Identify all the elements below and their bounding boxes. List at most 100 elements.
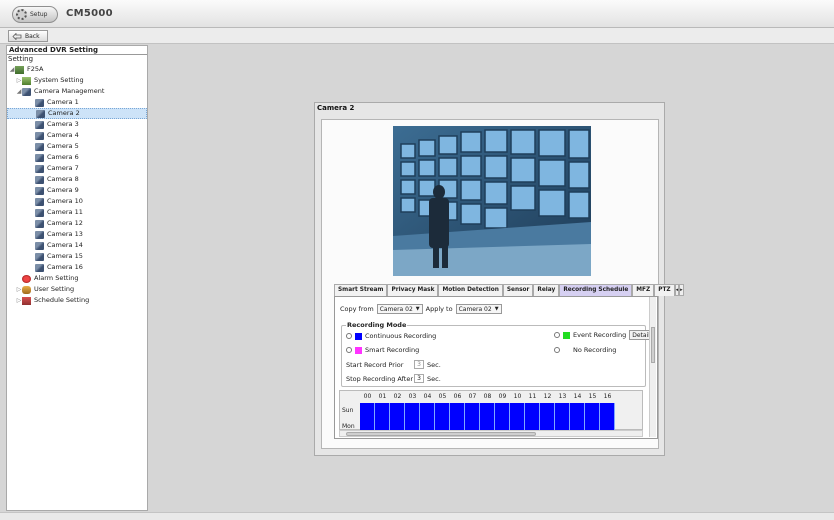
tree-item-camera[interactable]: Camera 2: [7, 108, 147, 119]
tree-item-camera[interactable]: Camera 7: [7, 163, 147, 174]
event-color-swatch: [563, 331, 570, 339]
tree-item-schedule-setting[interactable]: ▷ Schedule Setting: [7, 295, 147, 306]
schedule-cell[interactable]: [540, 403, 555, 419]
tree-item-camera[interactable]: Camera 12: [7, 218, 147, 229]
camera-icon: [35, 175, 44, 184]
tab-scroll-right-icon[interactable]: ▸: [679, 284, 684, 296]
tree-label: Camera 9: [47, 186, 79, 194]
tree-item-user-setting[interactable]: ▷ User Setting: [7, 284, 147, 295]
copy-from-select[interactable]: Camera 02 ▼: [376, 304, 423, 314]
tab-ptz[interactable]: PTZ: [654, 284, 675, 296]
tree-item-camera[interactable]: Camera 13: [7, 229, 147, 240]
schedule-cell[interactable]: [435, 403, 450, 419]
schedule-cell[interactable]: [555, 403, 570, 419]
status-bar: [0, 512, 834, 520]
tree-root-label: Setting: [8, 55, 34, 63]
camera-settings-panel: Camera 2 Smart Stream Privacy Mask Motio…: [314, 102, 684, 456]
tab-mfz[interactable]: MFZ: [632, 284, 655, 296]
schedule-cell[interactable]: [450, 403, 465, 419]
schedule-cell[interactable]: [480, 403, 495, 419]
tree-item-camera[interactable]: Camera 16: [7, 262, 147, 273]
tree-label: Camera 10: [47, 197, 83, 205]
vertical-scrollbar[interactable]: [649, 297, 656, 437]
tree-item-system-setting[interactable]: ▷ System Setting: [7, 75, 147, 86]
schedule-cell[interactable]: [360, 403, 375, 419]
tab-smart-stream[interactable]: Smart Stream: [334, 284, 388, 296]
event-option[interactable]: Event Recording Detail: [554, 330, 653, 340]
schedule-cell[interactable]: [585, 403, 600, 419]
tree-item-camera[interactable]: Camera 10: [7, 196, 147, 207]
back-arrow-icon: [12, 32, 22, 40]
stop-after-input[interactable]: 3: [414, 374, 424, 383]
tab-relay[interactable]: Relay: [533, 284, 560, 296]
schedule-cell[interactable]: [405, 403, 420, 419]
no-recording-label: No Recording: [573, 346, 617, 354]
tree-item-camera[interactable]: Camera 8: [7, 174, 147, 185]
user-icon: [22, 285, 31, 294]
tree-label: Camera 11: [47, 208, 83, 216]
schedule-cell[interactable]: [420, 403, 435, 419]
hour-label: 15: [588, 393, 597, 400]
camera-icon: [35, 120, 44, 129]
continuous-option[interactable]: Continuous Recording: [346, 332, 436, 340]
horizontal-scroll-thumb[interactable]: [346, 432, 536, 436]
schedule-row: [360, 403, 648, 419]
horizontal-scrollbar[interactable]: [339, 430, 643, 437]
setup-button[interactable]: Setup: [12, 6, 58, 23]
schedule-cell[interactable]: [600, 403, 615, 419]
tree-item-alarm-setting[interactable]: Alarm Setting: [7, 273, 147, 284]
tab-sensor[interactable]: Sensor: [502, 284, 534, 296]
hour-header: 00 01 02 03 04 05 06 07 08 09 10 11 12 13 14 15 16: [340, 391, 644, 401]
event-radio[interactable]: [554, 332, 560, 338]
tree-item-camera[interactable]: Camera 11: [7, 207, 147, 218]
hour-label: 01: [378, 393, 387, 400]
tree-item-camera[interactable]: Camera 6: [7, 152, 147, 163]
hour-label: 13: [558, 393, 567, 400]
schedule-cell[interactable]: [390, 403, 405, 419]
no-recording-radio[interactable]: [554, 347, 560, 353]
tree-label: Camera 14: [47, 241, 83, 249]
tab-privacy-mask[interactable]: Privacy Mask: [387, 284, 439, 296]
panel-header: Advanced DVR Setting: [7, 46, 147, 55]
no-recording-option[interactable]: No Recording: [554, 346, 616, 354]
sec-label: Sec.: [427, 360, 441, 369]
camera-list: Camera 1 Camera 2 Camera 3 Camera 4 Camera 5…: [7, 97, 147, 273]
schedule-cell[interactable]: [510, 403, 525, 419]
vertical-scroll-thumb[interactable]: [651, 327, 655, 363]
tree-item-camera[interactable]: Camera 1: [7, 97, 147, 108]
tree-label: Camera 2: [48, 109, 80, 117]
stop-after-label: Stop Recording After: [346, 374, 414, 383]
hour-label: 08: [483, 393, 492, 400]
smart-radio[interactable]: [346, 347, 352, 353]
tree-item-dvr[interactable]: ◢ F25A: [7, 64, 147, 75]
start-prior-input[interactable]: 3: [414, 360, 424, 369]
tree-item-camera[interactable]: Camera 5: [7, 141, 147, 152]
hour-label: 14: [573, 393, 582, 400]
smart-color-swatch: [355, 346, 362, 354]
camera-management-icon: [22, 87, 31, 96]
tree-item-camera[interactable]: Camera 15: [7, 251, 147, 262]
schedule-cell[interactable]: [465, 403, 480, 419]
back-button[interactable]: Back: [8, 30, 48, 42]
schedule-cell[interactable]: [375, 403, 390, 419]
tab-motion-detection[interactable]: Motion Detection: [438, 284, 503, 296]
tree-item-camera[interactable]: Camera 3: [7, 119, 147, 130]
smart-option[interactable]: Smart Recording: [346, 346, 419, 354]
tree-label: Camera 12: [47, 219, 83, 227]
camera-icon: [36, 109, 45, 118]
tree-item-camera[interactable]: Camera 14: [7, 240, 147, 251]
schedule-cell[interactable]: [525, 403, 540, 419]
tree-item-camera[interactable]: Camera 9: [7, 185, 147, 196]
title-bar: Setup CM5000: [0, 0, 834, 28]
tab-recording-schedule[interactable]: Recording Schedule: [559, 284, 633, 296]
tree-item-camera-management[interactable]: ◢ Camera Management: [7, 86, 147, 97]
tree-item-camera[interactable]: Camera 4: [7, 130, 147, 141]
schedule-cell[interactable]: [495, 403, 510, 419]
tree-label: Camera Management: [34, 87, 105, 95]
chevron-down-icon: ▼: [494, 306, 499, 312]
schedule-cell[interactable]: [570, 403, 585, 419]
camera-icon: [35, 197, 44, 206]
continuous-radio[interactable]: [346, 333, 352, 339]
recording-mode-group: Recording Mode Continuous Recording Even…: [341, 321, 653, 387]
apply-to-select[interactable]: Camera 02 ▼: [455, 304, 502, 314]
